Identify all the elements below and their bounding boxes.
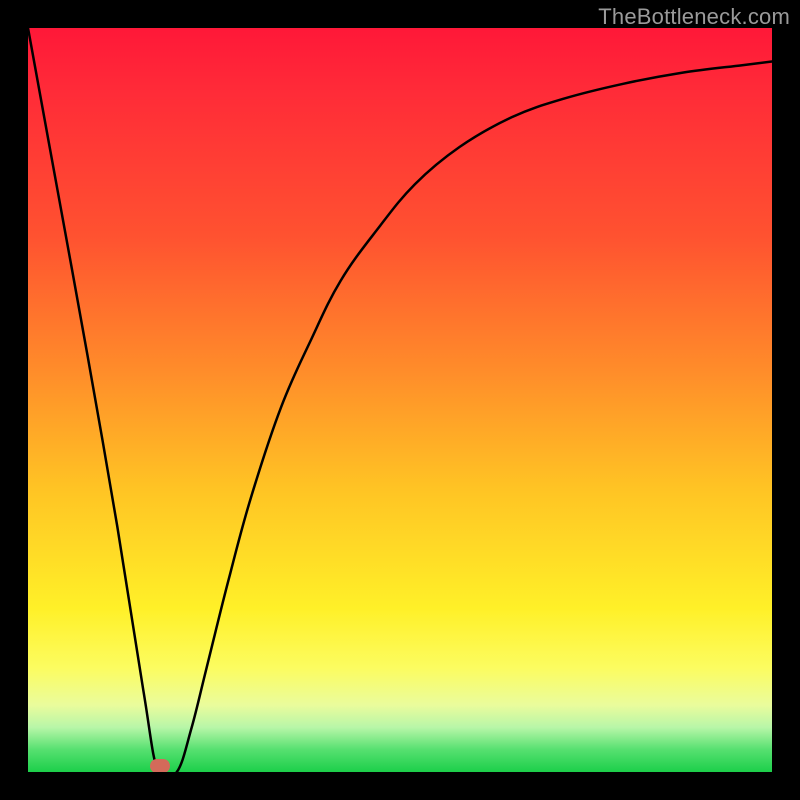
bottleneck-curve (28, 28, 772, 772)
watermark-text: TheBottleneck.com (598, 4, 790, 30)
chart-frame: TheBottleneck.com (0, 0, 800, 800)
plot-area (28, 28, 772, 772)
minimum-marker (150, 759, 170, 772)
